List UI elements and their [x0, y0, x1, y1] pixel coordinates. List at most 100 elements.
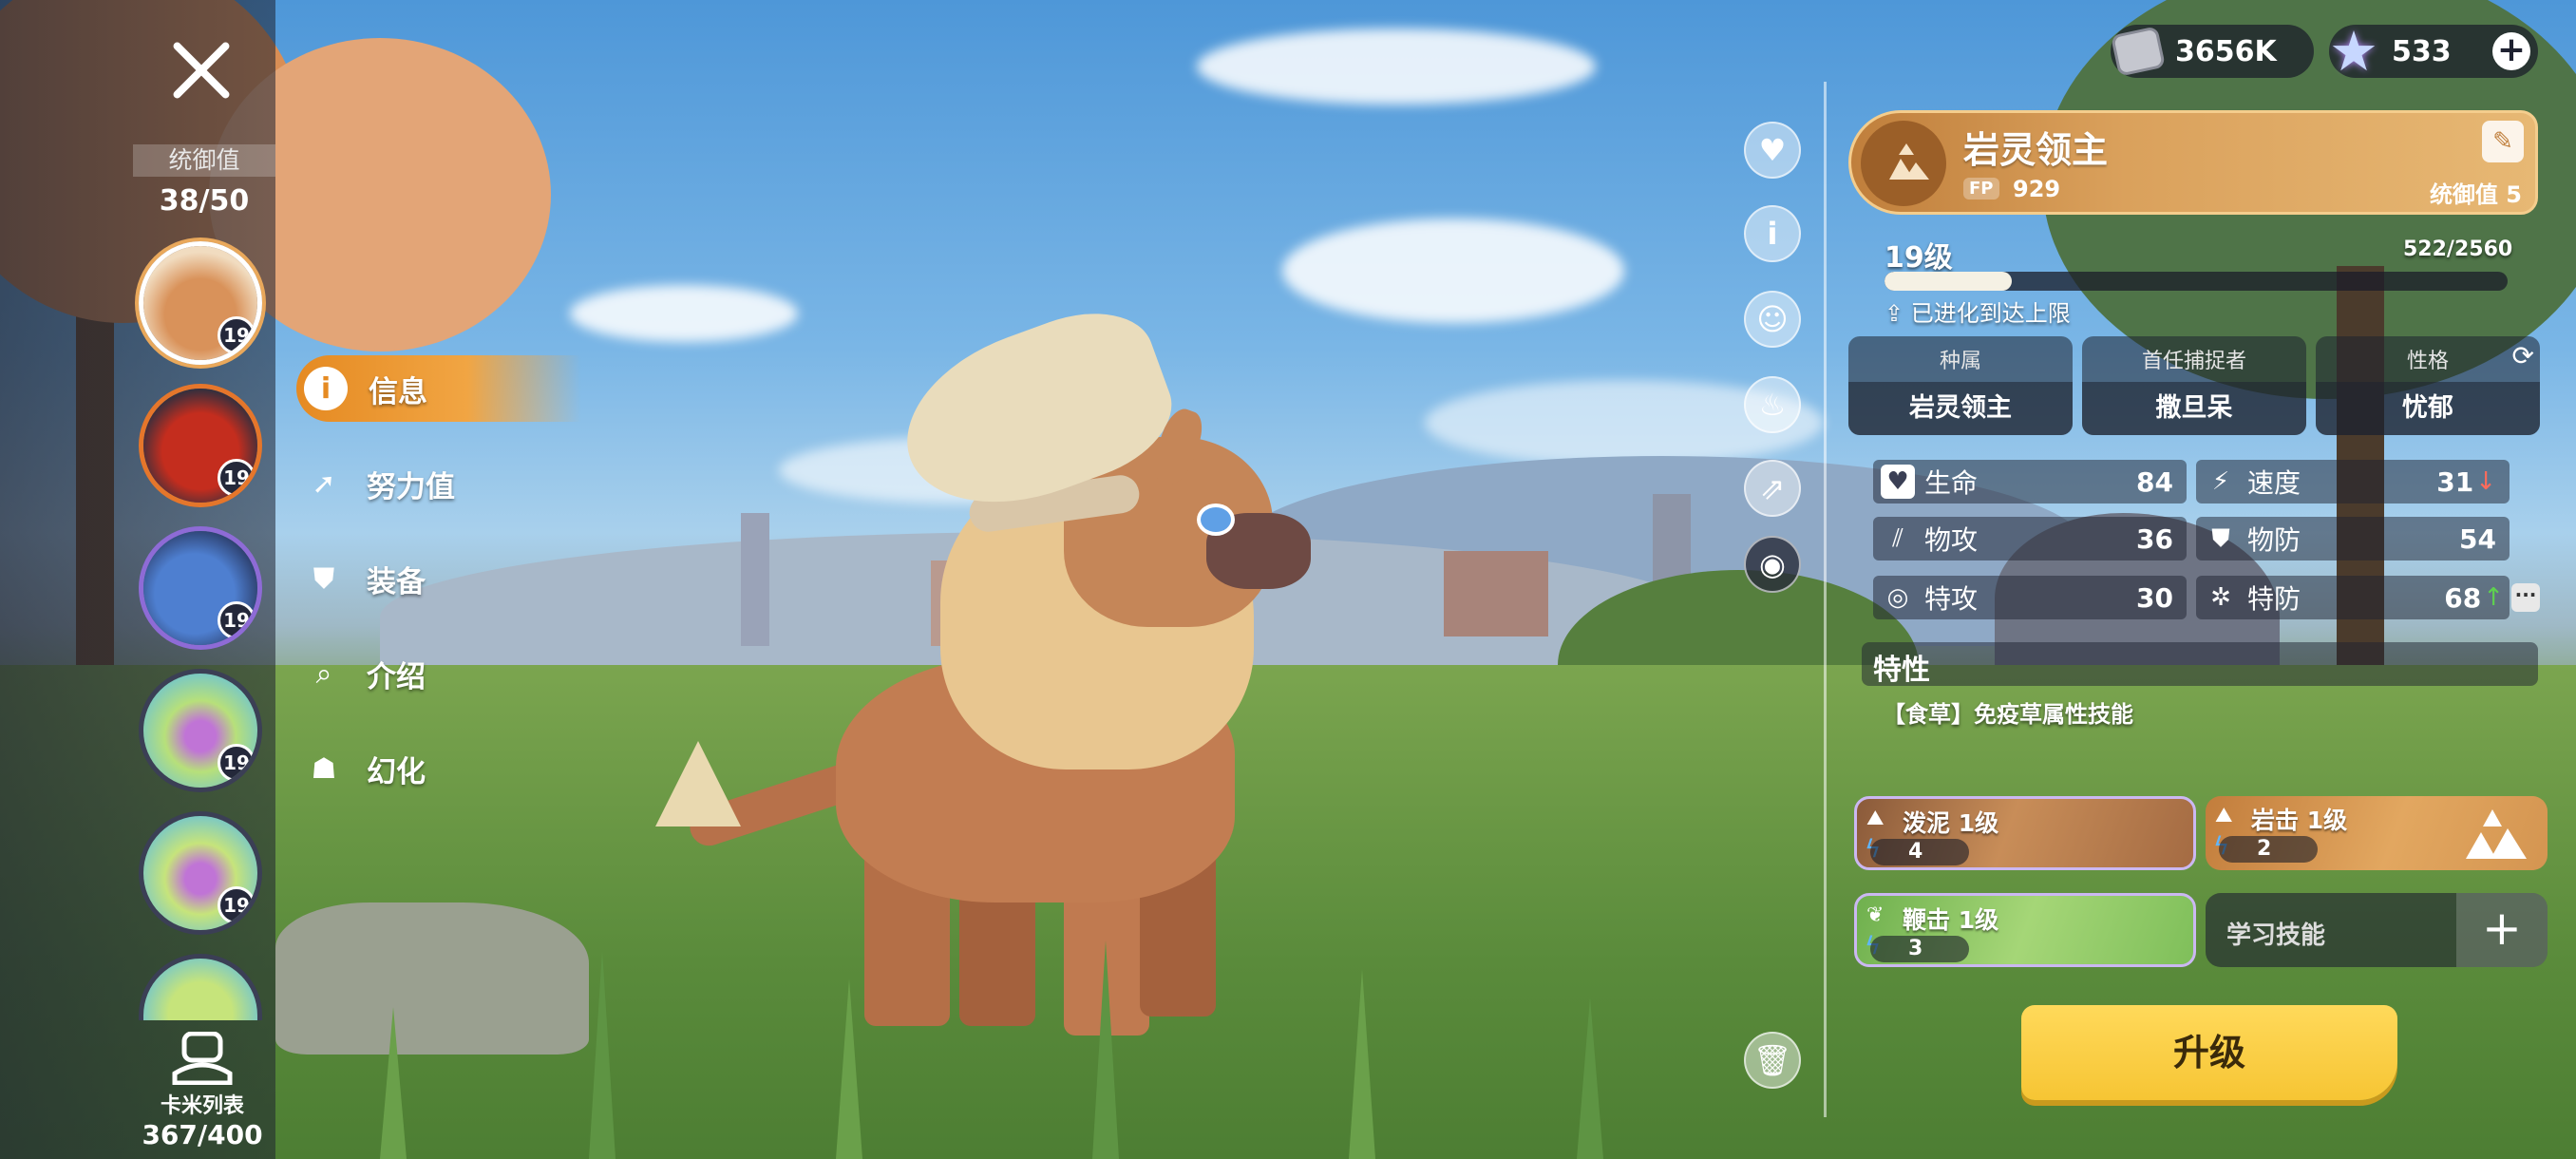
- info-value: 撒旦呆: [2082, 382, 2306, 435]
- gold-currency[interactable]: 3656K: [2110, 25, 2314, 78]
- fp-badge: FP: [1963, 178, 1999, 200]
- skill-cost: 2: [2219, 836, 2318, 863]
- skill-cost: 4: [1870, 839, 1969, 865]
- control-label: 统御值: [133, 144, 275, 177]
- release-button[interactable]: 🗑: [1744, 1032, 1801, 1089]
- pal-name-card: 岩灵领主 FP 929 统御值 5 ✎: [1848, 110, 2538, 215]
- pal-level: 19级: [1885, 241, 1953, 275]
- plus-icon: +: [2456, 893, 2548, 967]
- stat-value: 84: [2136, 466, 2173, 498]
- pal-avatar-6[interactable]: [139, 954, 262, 1020]
- cloud: [1282, 218, 1624, 323]
- info-value: 忧郁: [2316, 382, 2540, 435]
- speed-icon: ⚡: [2211, 467, 2230, 496]
- control-cost: 统御值 5: [2429, 181, 2522, 208]
- stat-name: 物防: [2247, 524, 2301, 556]
- grass-element-icon: ❦: [1866, 903, 1885, 927]
- pal-level-badge: 19: [218, 744, 256, 782]
- skill-whip[interactable]: ❦ 鞭击 1级 ϟ 3: [1854, 893, 2196, 967]
- heart-icon: ♥: [1881, 465, 1915, 499]
- pal-list-icon[interactable]: [169, 1032, 236, 1085]
- ghost-icon: ☗: [311, 751, 337, 786]
- capture-ball-button[interactable]: ◉: [1744, 536, 1801, 593]
- rename-button[interactable]: ✎: [2482, 121, 2524, 162]
- menu-transform[interactable]: ☗ 幻化: [302, 735, 587, 802]
- cloud: [1197, 28, 1596, 104]
- fp-value: 929: [2013, 176, 2061, 202]
- share-icon: ⇗: [1759, 470, 1786, 506]
- grass-blade: [589, 950, 616, 1159]
- crystal-currency[interactable]: ★ 533 +: [2329, 19, 2538, 84]
- grass-blade: [836, 978, 862, 1159]
- stat-value: 36: [2136, 522, 2173, 555]
- pal-avatar-2[interactable]: 19: [139, 384, 262, 507]
- stat-defense: ⛊ 物防 54: [2196, 517, 2510, 560]
- add-crystal-button[interactable]: +: [2492, 32, 2530, 70]
- star-crystal-icon: ★: [2329, 19, 2378, 84]
- share-button[interactable]: ⇗: [1744, 460, 1801, 517]
- trash-icon: 🗑: [1752, 1042, 1792, 1078]
- exp-bar-fill: [1885, 272, 2012, 291]
- skill-cost: 3: [1870, 936, 1969, 962]
- menu-equipment[interactable]: ⛊ 装备: [302, 545, 587, 612]
- menu-effort[interactable]: ➚ 努力值: [302, 450, 587, 517]
- gear-icon: ✲: [2210, 583, 2231, 612]
- stat-hp: ♥ 生命 84: [1873, 460, 2187, 504]
- rock-element-icon: ⛰: [2215, 804, 2233, 827]
- pig-face-icon: ♨: [1758, 387, 1787, 423]
- swap-nature-button[interactable]: ⟳: [2512, 340, 2534, 371]
- heart-icon: ♥: [1758, 132, 1787, 168]
- stat-name: 物攻: [1924, 524, 1979, 556]
- skill-name: 鞭击 1级: [1903, 906, 1999, 934]
- evolve-icon: ⇪: [1885, 300, 1911, 327]
- nature-box: 性格 忧郁 ⟳: [2316, 336, 2540, 435]
- pal-avatar-5[interactable]: 19: [139, 811, 262, 935]
- pal-avatar-3[interactable]: 19: [139, 526, 262, 650]
- stat-value: 31: [2436, 466, 2474, 498]
- stat-up-arrow-icon: ↑: [2483, 583, 2504, 612]
- menu-label: 幻化: [367, 754, 426, 789]
- stat-sp-attack: ◎ 特攻 30: [1873, 576, 2187, 619]
- more-stats-button[interactable]: ···: [2511, 583, 2540, 612]
- pal-name: 岩灵领主: [1963, 129, 2109, 171]
- crystal-value: 533: [2392, 34, 2452, 68]
- pal-model: [646, 292, 1368, 1054]
- details-button[interactable]: i: [1744, 205, 1801, 262]
- stat-sp-defense: ✲ 特防 68 ↑: [2196, 576, 2510, 619]
- pencil-icon: ✎: [2492, 127, 2513, 156]
- spiral-icon: ◎: [1886, 583, 1909, 612]
- stat-value: 54: [2459, 522, 2496, 555]
- skill-rock-strike[interactable]: ⛰ 岩击 1级 ϟ 2: [2206, 796, 2548, 870]
- skill-name: 泼泥 1级: [1903, 809, 1999, 837]
- grass-blade: [1349, 969, 1375, 1159]
- companion-button[interactable]: ☺: [1744, 291, 1801, 348]
- gold-coin-icon: [2110, 26, 2167, 77]
- info-label: 性格: [2406, 350, 2449, 373]
- trait-label: 特性: [1873, 654, 1930, 687]
- pal-list-label: 卡米列表: [160, 1094, 244, 1118]
- menu-info[interactable]: i 信息: [296, 355, 581, 422]
- grass-blade: [1577, 998, 1603, 1159]
- species-box: 种属 岩灵领主: [1848, 336, 2073, 435]
- stat-value: 68: [2444, 581, 2482, 614]
- close-button[interactable]: [161, 30, 241, 110]
- menu-label: 装备: [367, 564, 426, 599]
- rock-type-icon: [1861, 121, 1946, 206]
- trait-header: [1862, 642, 2538, 686]
- learn-skill-button[interactable]: 学习技能 +: [2206, 893, 2548, 967]
- learn-skill-label: 学习技能: [2226, 922, 2326, 950]
- menu-intro[interactable]: ⌕ 介绍: [302, 640, 587, 707]
- pal-avatar-4[interactable]: 19: [139, 669, 262, 792]
- claw-icon: ⫽: [1892, 523, 1904, 553]
- effort-icon: ➚: [312, 466, 336, 501]
- favorite-button[interactable]: ♥: [1744, 122, 1801, 179]
- pal-avatar-1[interactable]: 19: [139, 241, 262, 365]
- info-value: 岩灵领主: [1848, 382, 2073, 435]
- upgrade-button[interactable]: 升级: [2021, 1005, 2397, 1100]
- skill-mud-splash[interactable]: ⛰ 泼泥 1级 ϟ 4: [1854, 796, 2196, 870]
- shield-icon: ⛊: [2211, 523, 2230, 553]
- stat-name: 特攻: [1924, 583, 1979, 615]
- trait-description: 【食草】免疫草属性技能: [1883, 701, 2133, 728]
- care-button[interactable]: ♨: [1744, 376, 1801, 433]
- evolve-status: ⇪ 已进化到达上限: [1885, 300, 2071, 327]
